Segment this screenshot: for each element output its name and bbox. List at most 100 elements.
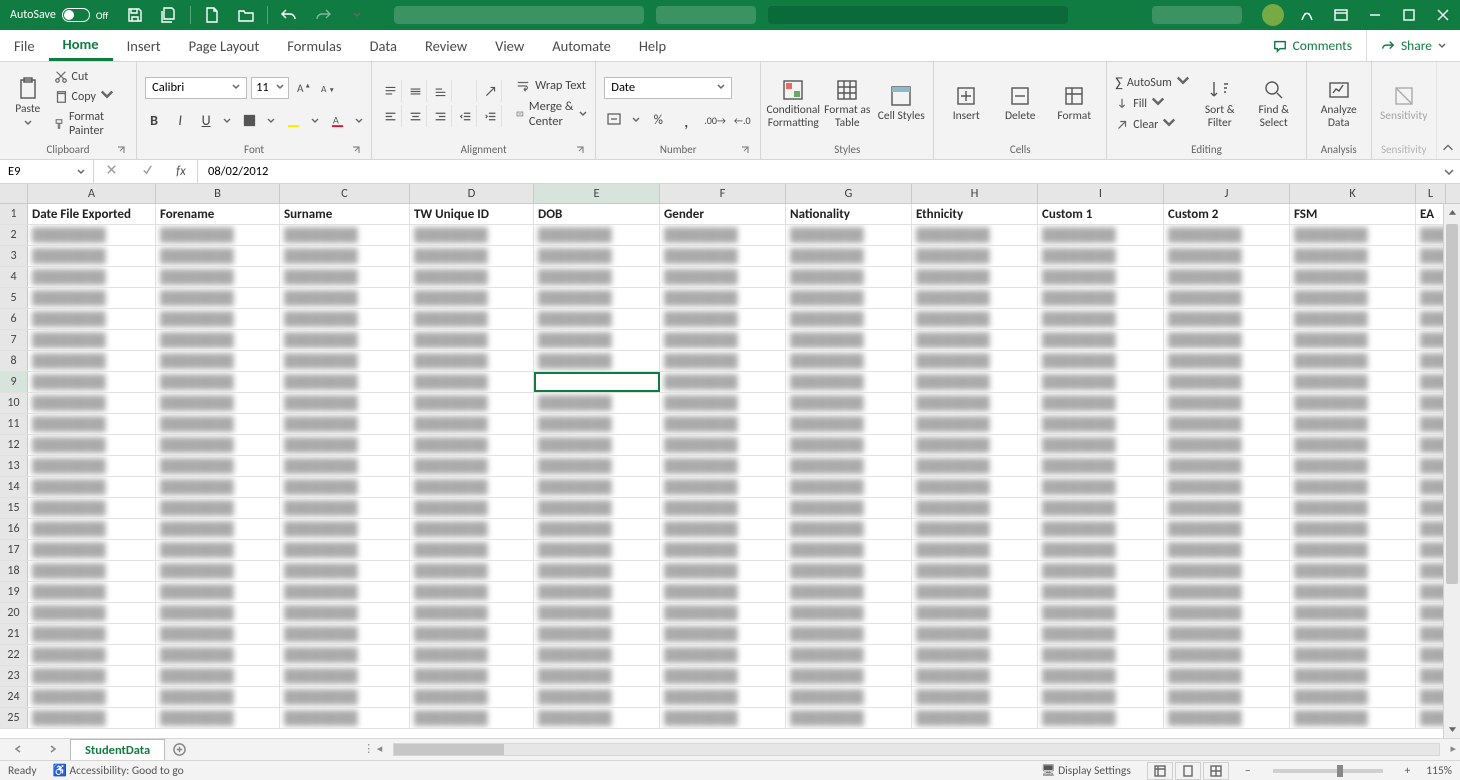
row-header[interactable]: 21	[0, 624, 28, 644]
sheet-tab-active[interactable]: StudentData	[70, 739, 165, 760]
row-header[interactable]: 16	[0, 519, 28, 539]
data-cell[interactable]: ████████	[1290, 288, 1416, 308]
data-cell[interactable]: ████████	[1038, 603, 1164, 623]
data-cell[interactable]: ████████	[912, 540, 1038, 560]
search-box-blurred[interactable]	[768, 6, 1068, 24]
data-cell[interactable]: ████████	[1290, 225, 1416, 245]
data-cell[interactable]: ████████	[280, 246, 410, 266]
maximize-icon[interactable]	[1392, 0, 1426, 30]
vscroll-thumb[interactable]	[1446, 224, 1458, 584]
expand-formula-bar-icon[interactable]	[1438, 160, 1460, 183]
scroll-up-icon[interactable]	[1444, 204, 1460, 221]
data-cell[interactable]: ████████	[912, 246, 1038, 266]
row-header[interactable]: 13	[0, 456, 28, 476]
data-cell[interactable]: ████████	[912, 456, 1038, 476]
data-cell[interactable]: ████████	[156, 351, 280, 371]
data-cell[interactable]: ████████	[786, 309, 912, 329]
data-cell[interactable]: ████████	[28, 519, 156, 539]
data-cell[interactable]: ████████	[534, 414, 660, 434]
data-cell[interactable]: ████████	[1290, 708, 1416, 728]
data-cell[interactable]: ████████	[534, 330, 660, 350]
data-cell[interactable]: ████████	[786, 414, 912, 434]
data-cell[interactable]: ████████	[1290, 624, 1416, 644]
data-cell[interactable]: ████████	[1038, 687, 1164, 707]
data-cell[interactable]: ████████	[912, 603, 1038, 623]
data-cell[interactable]: ████████	[1290, 645, 1416, 665]
autosave-switch-off[interactable]	[62, 8, 90, 22]
col-header-G[interactable]: G	[786, 184, 912, 203]
data-cell[interactable]: ████████	[786, 267, 912, 287]
data-cell[interactable]: ████████	[534, 687, 660, 707]
data-cell[interactable]: ████████	[660, 267, 786, 287]
row-header[interactable]: 2	[0, 225, 28, 245]
row-header[interactable]: 7	[0, 330, 28, 350]
data-cell[interactable]: ████████	[534, 603, 660, 623]
data-cell[interactable]: ████████	[28, 477, 156, 497]
data-cell[interactable]: ████████	[1290, 687, 1416, 707]
align-center-icon[interactable]	[405, 105, 427, 127]
data-cell[interactable]: ████████	[410, 540, 534, 560]
decrease-decimal-icon[interactable]: ←.0	[732, 114, 752, 127]
data-cell[interactable]: ████████	[1290, 603, 1416, 623]
enter-formula-icon[interactable]	[141, 162, 154, 181]
align-middle-icon[interactable]	[405, 80, 427, 102]
data-cell[interactable]: ████████	[1416, 330, 1446, 350]
decrease-font-icon[interactable]: A▼	[317, 78, 337, 98]
data-cell[interactable]: ████████	[1164, 519, 1290, 539]
insert-cells-button[interactable]: Insert	[942, 84, 990, 122]
data-cell[interactable]: ████████	[410, 330, 534, 350]
clipboard-launcher-icon[interactable]	[116, 145, 126, 155]
data-cell[interactable]: ████████	[534, 624, 660, 644]
data-cell[interactable]: ████████	[410, 435, 534, 455]
data-cell[interactable]: ████████	[1038, 225, 1164, 245]
format-cells-button[interactable]: Format	[1050, 84, 1098, 122]
data-cell[interactable]: ████████	[28, 435, 156, 455]
borders-icon[interactable]	[239, 111, 259, 131]
undo-icon[interactable]	[272, 0, 306, 30]
row-header[interactable]: 9	[0, 372, 28, 392]
data-cell[interactable]: ████████	[1038, 267, 1164, 287]
menu-file[interactable]: File	[0, 30, 49, 61]
data-cell[interactable]: ████████	[28, 687, 156, 707]
header-cell[interactable]: TW Unique ID	[410, 204, 534, 224]
data-cell[interactable]: ████████	[156, 540, 280, 560]
data-cell[interactable]: ████████	[1416, 666, 1446, 686]
align-bottom-icon[interactable]	[430, 80, 452, 102]
data-cell[interactable]: ████████	[1164, 288, 1290, 308]
menu-automate[interactable]: Automate	[538, 30, 625, 61]
row-header[interactable]: 20	[0, 603, 28, 623]
data-cell[interactable]: ████████	[786, 330, 912, 350]
data-cell[interactable]: ████████	[410, 372, 534, 392]
data-cell[interactable]: ████████	[1290, 519, 1416, 539]
fill-button[interactable]: Fill	[1115, 95, 1189, 113]
data-cell[interactable]: ████████	[1164, 582, 1290, 602]
new-file-icon[interactable]	[195, 0, 229, 30]
data-cell[interactable]: ████████	[1290, 540, 1416, 560]
share-button[interactable]: Share	[1366, 30, 1460, 61]
redo-icon[interactable]	[306, 0, 340, 30]
data-cell[interactable]: ████████	[1164, 267, 1290, 287]
data-cell[interactable]: ████████	[660, 519, 786, 539]
data-cell[interactable]: ████████	[912, 687, 1038, 707]
menu-review[interactable]: Review	[411, 30, 481, 61]
data-cell[interactable]: ████████	[1290, 561, 1416, 581]
data-cell[interactable]: ████████	[912, 351, 1038, 371]
data-cell[interactable]: ████████	[1164, 309, 1290, 329]
data-cell[interactable]: ████████	[912, 330, 1038, 350]
data-cell[interactable]: ████████	[1416, 435, 1446, 455]
data-cell[interactable]: ████████	[912, 624, 1038, 644]
data-cell[interactable]: ████████	[534, 351, 660, 371]
data-cell[interactable]: ████████	[1416, 498, 1446, 518]
data-cell[interactable]: ████████	[1038, 456, 1164, 476]
data-cell[interactable]: ████████	[912, 393, 1038, 413]
col-header-B[interactable]: B	[156, 184, 280, 203]
data-cell[interactable]: ████████	[410, 519, 534, 539]
font-color-icon[interactable]: A	[327, 111, 347, 131]
display-settings-button[interactable]: 🖥 Display Settings	[1041, 763, 1131, 778]
data-cell[interactable]: ████████	[912, 372, 1038, 392]
data-cell[interactable]: ████████	[786, 561, 912, 581]
data-cell[interactable]: ████████	[912, 498, 1038, 518]
data-cell[interactable]: ████████	[786, 288, 912, 308]
data-cell[interactable]: ████████	[786, 225, 912, 245]
data-cell[interactable]: ████████	[280, 456, 410, 476]
